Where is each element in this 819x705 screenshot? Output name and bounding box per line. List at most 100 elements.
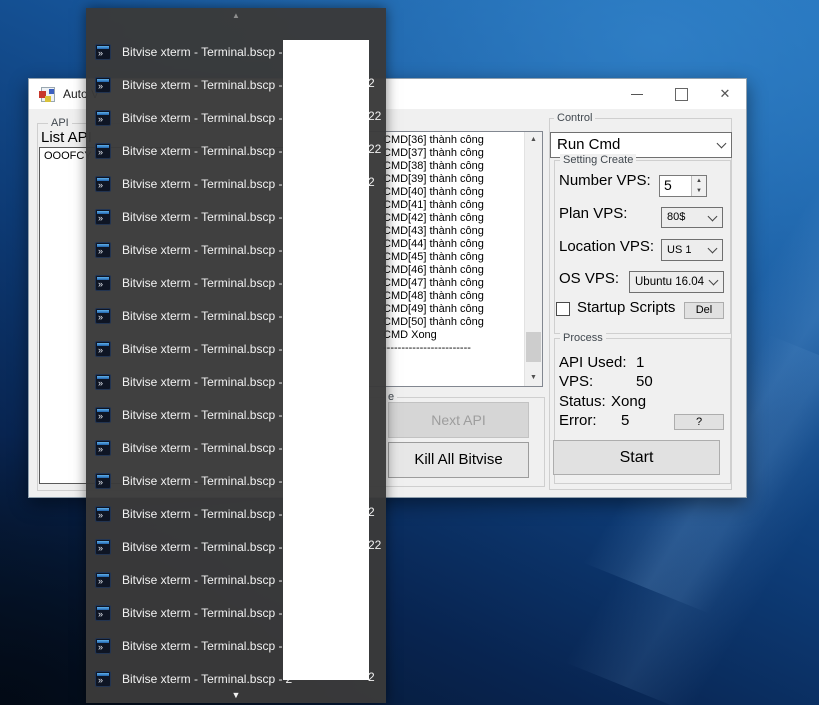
window-list-item-label: Bitvise xterm - Terminal.bscp -: [122, 78, 282, 92]
window-list-item-label: Bitvise xterm - Terminal.bscp -: [122, 276, 282, 290]
terminal-icon: [95, 407, 111, 423]
start-button[interactable]: Start: [553, 440, 720, 475]
maximize-button[interactable]: [663, 79, 699, 109]
window-list-item-label: Bitvise xterm - Terminal.bscp -: [122, 309, 282, 323]
window-list-item-label: Bitvise xterm - Terminal.bscp -: [122, 540, 282, 554]
window-list-item-suffix-digit: 22: [368, 538, 381, 552]
vps-count-value: 50: [636, 373, 653, 390]
log-line: CMD[42] thành công: [383, 212, 524, 225]
window-list-item-suffix-digit: 22: [368, 142, 381, 156]
chevron-down-icon: [708, 211, 718, 221]
location-vps-label: Location VPS:: [559, 238, 654, 255]
window-list-item-label: Bitvise xterm - Terminal.bscp -: [122, 408, 282, 422]
log-line: CMD[37] thành công: [383, 147, 524, 160]
terminal-icon: [95, 374, 111, 390]
del-button[interactable]: Del: [684, 302, 724, 319]
vps-count-label: VPS:: [559, 373, 593, 390]
log-line: CMD Xong: [383, 329, 524, 342]
log-line: CMD[50] thành công: [383, 316, 524, 329]
mode-select-value: Run Cmd: [557, 136, 620, 153]
startup-scripts-checkbox[interactable]: [556, 302, 570, 316]
minimize-button[interactable]: [619, 79, 655, 109]
log-scrollbar[interactable]: ▲ ▼: [524, 132, 542, 386]
terminal-icon: [95, 308, 111, 324]
plan-vps-label: Plan VPS:: [559, 205, 627, 222]
chevron-down-icon: [708, 244, 718, 254]
window-list-item-label: Bitvise xterm - Terminal.bscp -: [122, 144, 282, 158]
window-list-item-label: Bitvise xterm - Terminal.bscp -: [122, 375, 282, 389]
log-line: ------------------------: [383, 342, 524, 355]
terminal-icon: [95, 209, 111, 225]
scroll-down-icon[interactable]: ▼: [86, 690, 386, 700]
log-line: CMD[41] thành công: [383, 199, 524, 212]
window-list-item-label: Bitvise xterm - Terminal.bscp -: [122, 111, 282, 125]
window-list-item-label: Bitvise xterm - Terminal.bscp -: [122, 474, 282, 488]
window-list-item-label: Bitvise xterm - Terminal.bscp -: [122, 210, 282, 224]
os-vps-label: OS VPS:: [559, 270, 619, 287]
log-line: CMD[49] thành công: [383, 303, 524, 316]
window-list-item-label: Bitvise xterm - Terminal.bscp -: [122, 441, 282, 455]
error-value: 5: [621, 412, 629, 429]
plan-vps-select[interactable]: 80$: [661, 207, 723, 228]
terminal-icon: [95, 440, 111, 456]
terminal-icon: [95, 341, 111, 357]
status-value: Xong: [611, 393, 646, 410]
number-vps-value: 5: [664, 177, 672, 193]
setting-create-group-label: Setting Create: [560, 154, 636, 166]
close-button[interactable]: ✕: [707, 79, 743, 109]
scrollbar-thumb[interactable]: [526, 332, 541, 362]
number-vps-stepper[interactable]: 5 ▲ ▼: [659, 175, 707, 197]
log-line: CMD[46] thành công: [383, 264, 524, 277]
log-line: CMD[45] thành công: [383, 251, 524, 264]
scroll-down-arrow[interactable]: ▼: [525, 370, 542, 386]
scroll-up-icon[interactable]: ▲: [86, 11, 386, 20]
terminal-icon: [95, 671, 111, 687]
terminal-icon: [95, 275, 111, 291]
terminal-icon: [95, 110, 111, 126]
close-icon: ✕: [707, 79, 743, 109]
log-line: CMD[40] thành công: [383, 186, 524, 199]
window-list-item-label: Bitvise xterm - Terminal.bscp -: [122, 606, 282, 620]
terminal-icon: [95, 143, 111, 159]
app-icon: [39, 86, 55, 102]
terminal-icon: [95, 176, 111, 192]
plan-vps-value: 80$: [667, 211, 685, 223]
log-line: CMD[48] thành công: [383, 290, 524, 303]
next-api-button[interactable]: Next API: [388, 402, 529, 438]
startup-scripts-label: Startup Scripts: [577, 299, 675, 316]
terminal-icon: [95, 77, 111, 93]
window-list-item-label: Bitvise xterm - Terminal.bscp -: [122, 177, 282, 191]
terminal-icon: [95, 506, 111, 522]
terminal-icon: [95, 44, 111, 60]
terminal-icon: [95, 242, 111, 258]
os-vps-select[interactable]: Ubuntu 16.04: [629, 271, 724, 293]
log-line: CMD[38] thành công: [383, 160, 524, 173]
terminal-icon: [95, 572, 111, 588]
chevron-down-icon: [709, 276, 719, 286]
window-list-item-suffix-digit: 22: [368, 109, 381, 123]
os-vps-value: Ubuntu 16.04: [635, 276, 704, 288]
terminal-icon: [95, 539, 111, 555]
help-button[interactable]: ?: [674, 414, 724, 430]
stepper-down-button[interactable]: ▼: [691, 186, 706, 196]
maximize-icon: [675, 88, 688, 101]
log-line: CMD[36] thành công: [383, 134, 524, 147]
process-group-label: Process: [560, 332, 606, 344]
window-list-item-suffix-digit: 2: [368, 175, 375, 189]
location-vps-select[interactable]: US 1: [661, 239, 723, 261]
scroll-up-arrow[interactable]: ▲: [525, 132, 542, 148]
api-used-value: 1: [636, 354, 644, 371]
window-list-item-label: Bitvise xterm - Terminal.bscp -: [122, 639, 282, 653]
window-list-overlay: ▲ Bitvise xterm - Terminal.bscp - Bitvise…: [86, 8, 386, 703]
api-group-label: API: [48, 117, 72, 129]
location-vps-value: US 1: [667, 244, 691, 256]
window-list-item-suffix-digit: 2: [368, 670, 375, 684]
minimize-icon: [631, 94, 643, 95]
kill-all-bitvise-button[interactable]: Kill All Bitvise: [388, 442, 529, 478]
log-line: CMD[39] thành công: [383, 173, 524, 186]
log-line: CMD[43] thành công: [383, 225, 524, 238]
redaction-block: [283, 40, 369, 680]
error-label: Error:: [559, 412, 597, 429]
log-line: CMD[44] thành công: [383, 238, 524, 251]
window-list-item-label: Bitvise xterm - Terminal.bscp -: [122, 507, 282, 521]
